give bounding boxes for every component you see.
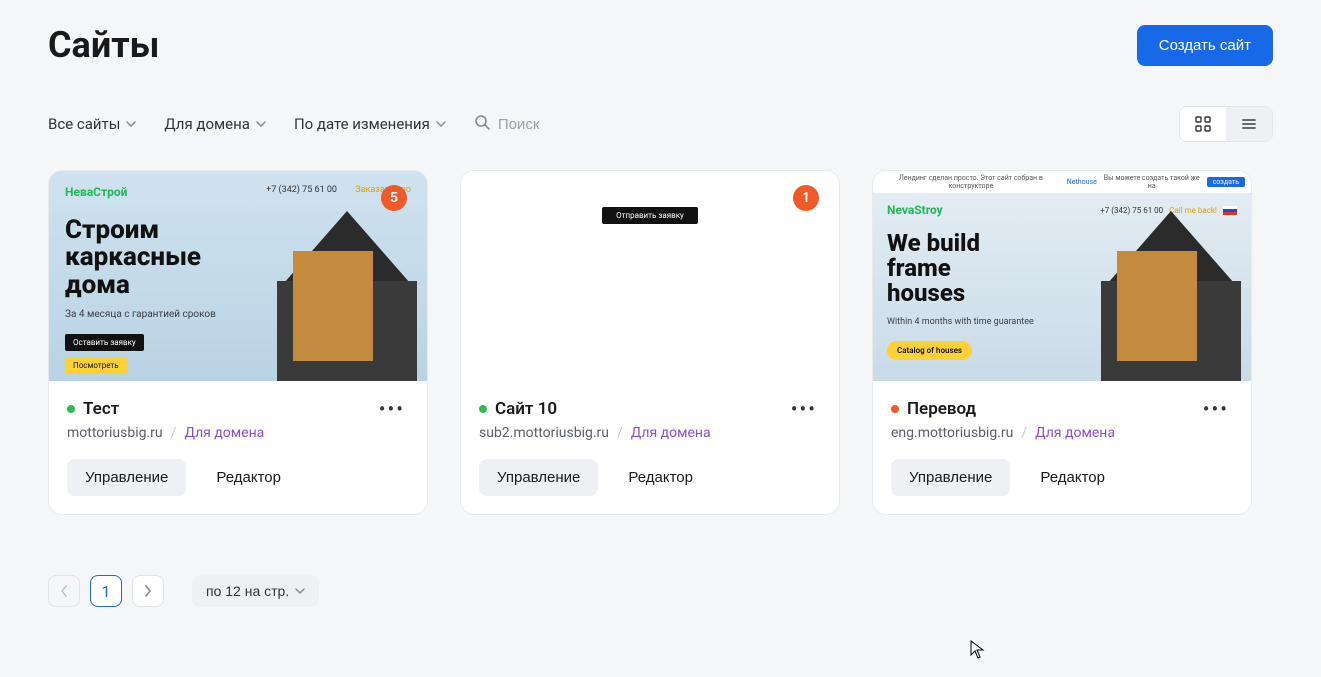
list-icon <box>1241 116 1257 132</box>
separator: / <box>1021 425 1027 441</box>
domain-link[interactable]: Для домена <box>1035 425 1115 441</box>
filter-for-domain-label: Для домена <box>164 115 250 133</box>
site-thumbnail[interactable]: Лендинг сделан просто. Этот сайт собран … <box>873 171 1251 381</box>
manage-button[interactable]: Управление <box>891 459 1010 496</box>
status-dot-icon <box>479 405 487 413</box>
site-thumbnail[interactable]: НеваСтрой +7 (342) 75 61 00 Заказать зво… <box>49 171 427 381</box>
more-menu-button[interactable]: ••• <box>375 397 409 421</box>
house-illustration <box>1071 211 1251 381</box>
per-page-label: по 12 на стр. <box>206 583 289 599</box>
list-view-button[interactable] <box>1226 107 1272 141</box>
editor-button[interactable]: Редактор <box>198 459 299 496</box>
thumb-button-yellow: Посмотреть <box>65 357 127 374</box>
chevron-left-icon <box>60 585 68 597</box>
filter-all-sites-label: Все сайты <box>48 115 120 133</box>
thumb-button-dark: Отправить заявку <box>602 207 698 224</box>
filter-sort-label: По дате изменения <box>294 115 430 133</box>
search-icon <box>474 114 490 134</box>
notification-badge: 5 <box>381 185 407 211</box>
editor-button[interactable]: Редактор <box>1022 459 1123 496</box>
grid-view-button[interactable] <box>1180 107 1226 141</box>
site-name: Сайт 10 <box>495 399 557 419</box>
thumb-button-dark: Оставить заявку <box>65 334 144 351</box>
status-dot-icon <box>891 405 899 413</box>
chevron-down-icon <box>295 588 305 594</box>
per-page-select[interactable]: по 12 на стр. <box>192 575 319 607</box>
site-card: Отправить заявку 1 Сайт 10 ••• sub2.mott… <box>460 170 840 515</box>
grid-icon <box>1195 116 1211 132</box>
site-name: Тест <box>83 399 119 419</box>
separator: / <box>171 425 177 441</box>
page-prev-button[interactable] <box>48 575 80 607</box>
filter-all-sites[interactable]: Все сайты <box>48 115 136 133</box>
more-menu-button[interactable]: ••• <box>787 397 821 421</box>
thumb-phone: +7 (342) 75 61 00 <box>266 185 337 195</box>
domain-link[interactable]: Для домена <box>184 425 264 441</box>
manage-button[interactable]: Управление <box>479 459 598 496</box>
page-next-button[interactable] <box>132 575 164 607</box>
site-name: Перевод <box>907 399 976 419</box>
site-card: Лендинг сделан просто. Этот сайт собран … <box>872 170 1252 515</box>
page-number-button[interactable]: 1 <box>90 575 122 607</box>
thumb-button-yellow: Catalog of houses <box>887 341 972 360</box>
chevron-down-icon <box>436 119 446 129</box>
site-domain: mottoriusbig.ru <box>67 425 163 441</box>
filter-sort[interactable]: По дате изменения <box>294 115 446 133</box>
separator: / <box>617 425 623 441</box>
search-wrap <box>474 114 658 134</box>
site-thumbnail[interactable]: Отправить заявку 1 <box>461 171 839 381</box>
page-title: Сайты <box>48 24 159 66</box>
manage-button[interactable]: Управление <box>67 459 186 496</box>
chevron-down-icon <box>256 119 266 129</box>
site-domain: eng.mottoriusbig.ru <box>891 425 1013 441</box>
notification-badge: 1 <box>793 185 819 211</box>
domain-link[interactable]: Для домена <box>631 425 711 441</box>
site-domain: sub2.mottoriusbig.ru <box>479 425 609 441</box>
thumb-logo: NevaStroy <box>887 203 943 217</box>
editor-button[interactable]: Редактор <box>610 459 711 496</box>
search-input[interactable] <box>498 116 658 133</box>
create-site-button[interactable]: Создать сайт <box>1137 25 1273 66</box>
chevron-down-icon <box>126 119 136 129</box>
house-illustration <box>247 211 427 381</box>
view-toggle <box>1179 106 1273 142</box>
thumb-promo-bar: Лендинг сделан просто. Этот сайт собран … <box>873 171 1251 193</box>
filter-for-domain[interactable]: Для домена <box>164 115 266 133</box>
cursor-icon <box>970 640 986 660</box>
site-card: НеваСтрой +7 (342) 75 61 00 Заказать зво… <box>48 170 428 515</box>
chevron-right-icon <box>144 585 152 597</box>
status-dot-icon <box>67 405 75 413</box>
more-menu-button[interactable]: ••• <box>1199 397 1233 421</box>
